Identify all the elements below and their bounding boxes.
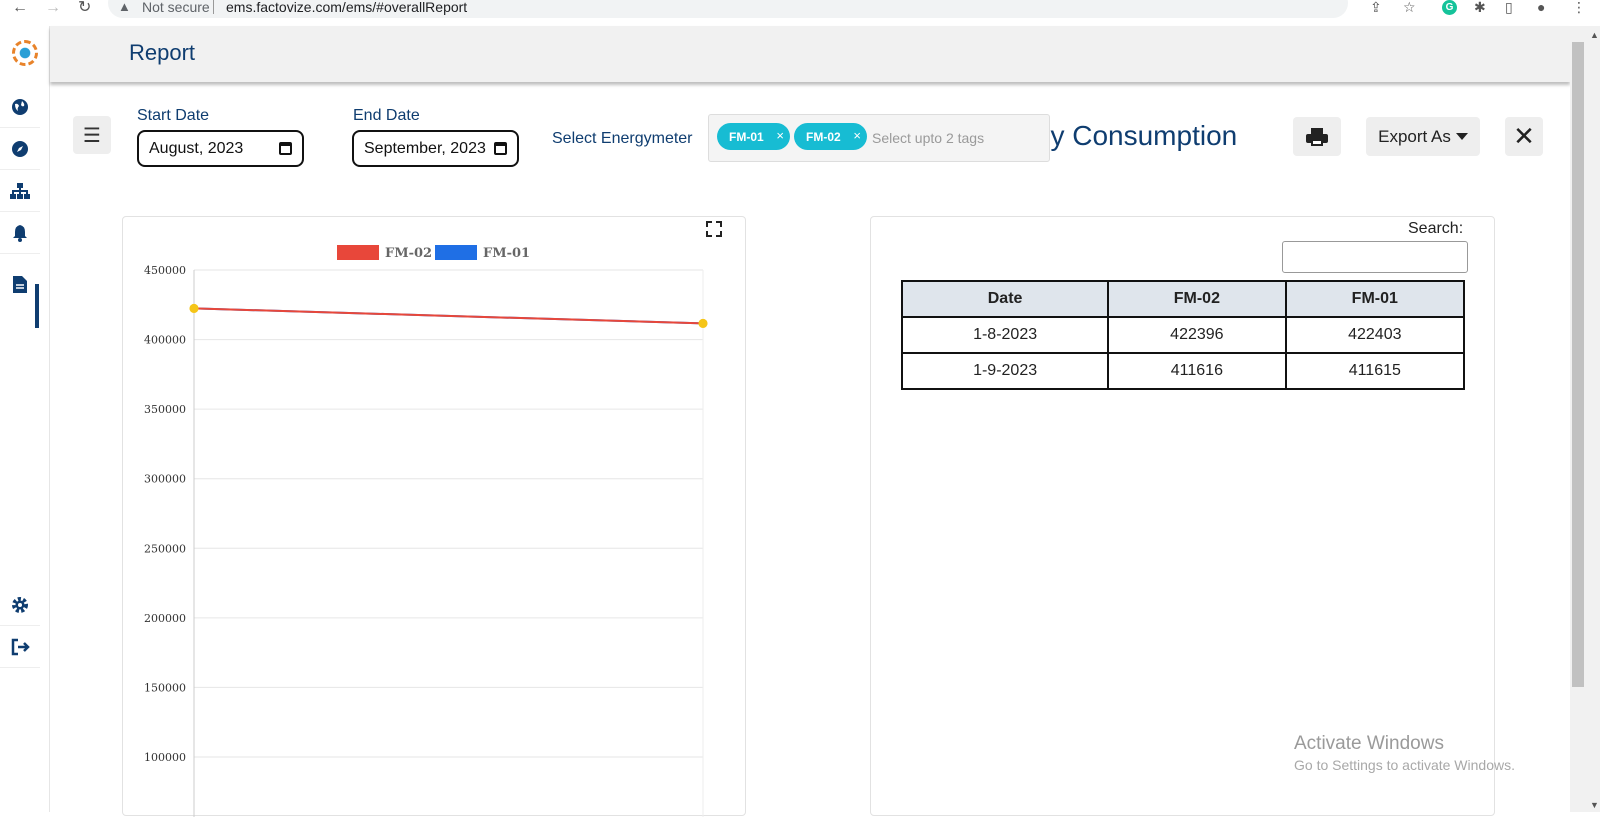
security-label: Not secure <box>142 0 210 15</box>
active-indicator <box>35 284 39 328</box>
tag-remove-icon[interactable]: × <box>776 128 784 143</box>
hamburger-icon: ☰ <box>83 124 101 147</box>
sitemap-icon[interactable] <box>0 170 40 212</box>
search-input[interactable] <box>1282 241 1468 273</box>
y-tick-label: 450000 <box>144 264 186 277</box>
logout-icon[interactable] <box>0 626 40 668</box>
y-tick-label: 200000 <box>144 612 186 625</box>
table-row: 1-9-2023 411616 411615 <box>900 352 1466 390</box>
y-tick-label: 300000 <box>144 473 186 486</box>
calendar-icon[interactable] <box>494 142 507 155</box>
end-date-input[interactable]: September, 2023 <box>352 130 519 167</box>
address-divider <box>213 0 214 14</box>
y-tick-label: 150000 <box>144 681 186 694</box>
data-point <box>189 303 199 313</box>
windows-activation-watermark-title: Activate Windows <box>1294 733 1444 754</box>
caret-down-icon <box>1455 133 1468 140</box>
legend-swatch <box>435 245 477 260</box>
scrollbar-thumb[interactable] <box>1572 42 1584 687</box>
printer-icon <box>1306 127 1328 146</box>
table-cell-fm-02: 411616 <box>1107 352 1287 390</box>
sidebar <box>0 26 50 812</box>
hamburger-menu-button[interactable]: ☰ <box>73 116 111 154</box>
scroll-up-arrow-icon[interactable]: ▲ <box>1590 30 1599 40</box>
chart-panel: 450000 400000 350000 300000 250000 200000 1500… <box>122 216 746 817</box>
url-text[interactable]: ems.factovize.com/ems/#overallReport <box>226 0 467 14</box>
column-header-fm-02[interactable]: FM-02 <box>1107 280 1287 318</box>
end-date-label: End Date <box>353 107 420 124</box>
close-icon: ✕ <box>1513 121 1535 151</box>
calendar-icon[interactable] <box>279 142 292 155</box>
tag-fm-02: FM-02 × <box>794 123 867 150</box>
energymeter-label: Select Energymeter <box>552 130 693 147</box>
data-point <box>698 318 708 328</box>
chrome-menu-icon[interactable]: ⋮ <box>1572 0 1586 14</box>
table-cell-date: 1-8-2023 <box>900 316 1110 354</box>
page-header: Report <box>50 26 1570 82</box>
compass-icon[interactable] <box>0 128 40 170</box>
column-header-fm-01[interactable]: FM-01 <box>1284 280 1466 318</box>
line-chart: 450000 400000 350000 300000 250000 200000 1500… <box>144 245 708 817</box>
y-tick-label: 400000 <box>144 334 186 347</box>
gear-icon[interactable] <box>0 584 40 626</box>
table-cell-fm-01: 422403 <box>1284 316 1466 354</box>
bell-icon[interactable] <box>0 212 40 254</box>
tag-label: FM-02 <box>806 129 841 144</box>
globe-icon[interactable] <box>0 86 40 128</box>
tag-remove-icon[interactable]: × <box>853 128 861 143</box>
windows-activation-watermark-text: Go to Settings to activate Windows. <box>1294 757 1515 773</box>
close-button[interactable]: ✕ <box>1505 117 1543 156</box>
legend-swatch <box>337 245 379 260</box>
series-line <box>193 307 704 325</box>
export-label: Export As <box>1378 126 1451 146</box>
column-header-date[interactable]: Date <box>900 280 1110 318</box>
back-icon[interactable]: ← <box>12 0 28 16</box>
legend-label: FM-02 <box>385 246 432 261</box>
legend-label: FM-01 <box>483 246 530 261</box>
page-title: Report <box>129 40 196 65</box>
profile-icon[interactable]: ● <box>1537 0 1545 14</box>
table-row: 1-8-2023 422396 422403 <box>900 316 1466 354</box>
report-icon[interactable] <box>0 254 40 314</box>
start-date-input[interactable]: August, 2023 <box>137 130 304 167</box>
grammarly-extension-icon[interactable]: G <box>1442 0 1457 15</box>
browser-toolbar: ← → ↻ ▲ Not secure ems.factovize.com/ems… <box>0 0 1600 20</box>
tag-search-placeholder[interactable]: Select upto 2 tags <box>872 130 984 146</box>
search-label: Search: <box>1408 220 1464 237</box>
tag-fm-01: FM-01 × <box>717 123 790 150</box>
bookmark-star-icon[interactable]: ☆ <box>1403 0 1416 14</box>
table-cell-fm-01: 411615 <box>1284 352 1466 390</box>
table-cell-fm-02: 422396 <box>1107 316 1287 354</box>
side-panel-icon[interactable]: ▯ <box>1505 0 1513 14</box>
y-tick-label: 250000 <box>144 542 186 555</box>
fullscreen-expand-icon[interactable] <box>706 221 722 237</box>
export-as-button[interactable]: Export As <box>1366 117 1480 156</box>
start-date-value: August, 2023 <box>149 139 244 157</box>
table-header-row: Date FM-02 FM-01 <box>900 280 1466 318</box>
scroll-down-arrow-icon[interactable]: ▼ <box>1590 800 1599 810</box>
energymeter-tag-select[interactable]: FM-01 × FM-02 × Select upto 2 tags <box>708 114 1050 162</box>
print-button[interactable] <box>1293 117 1341 156</box>
tag-label: FM-01 <box>729 129 764 144</box>
reload-icon[interactable]: ↻ <box>78 0 91 16</box>
extensions-puzzle-icon[interactable]: ✱ <box>1474 0 1486 14</box>
factovize-logo[interactable] <box>12 40 38 66</box>
y-tick-label: 100000 <box>144 751 186 764</box>
start-date-label: Start Date <box>137 107 210 124</box>
warning-icon: ▲ <box>118 0 131 14</box>
consumption-table: Date FM-02 FM-01 1-8-2023 422396 422403 … <box>900 280 1466 390</box>
table-cell-date: 1-9-2023 <box>900 352 1110 390</box>
end-date-value: September, 2023 <box>364 139 486 157</box>
y-tick-label: 350000 <box>144 403 186 416</box>
share-icon[interactable]: ⇪ <box>1370 0 1382 14</box>
forward-icon[interactable]: → <box>45 0 61 16</box>
